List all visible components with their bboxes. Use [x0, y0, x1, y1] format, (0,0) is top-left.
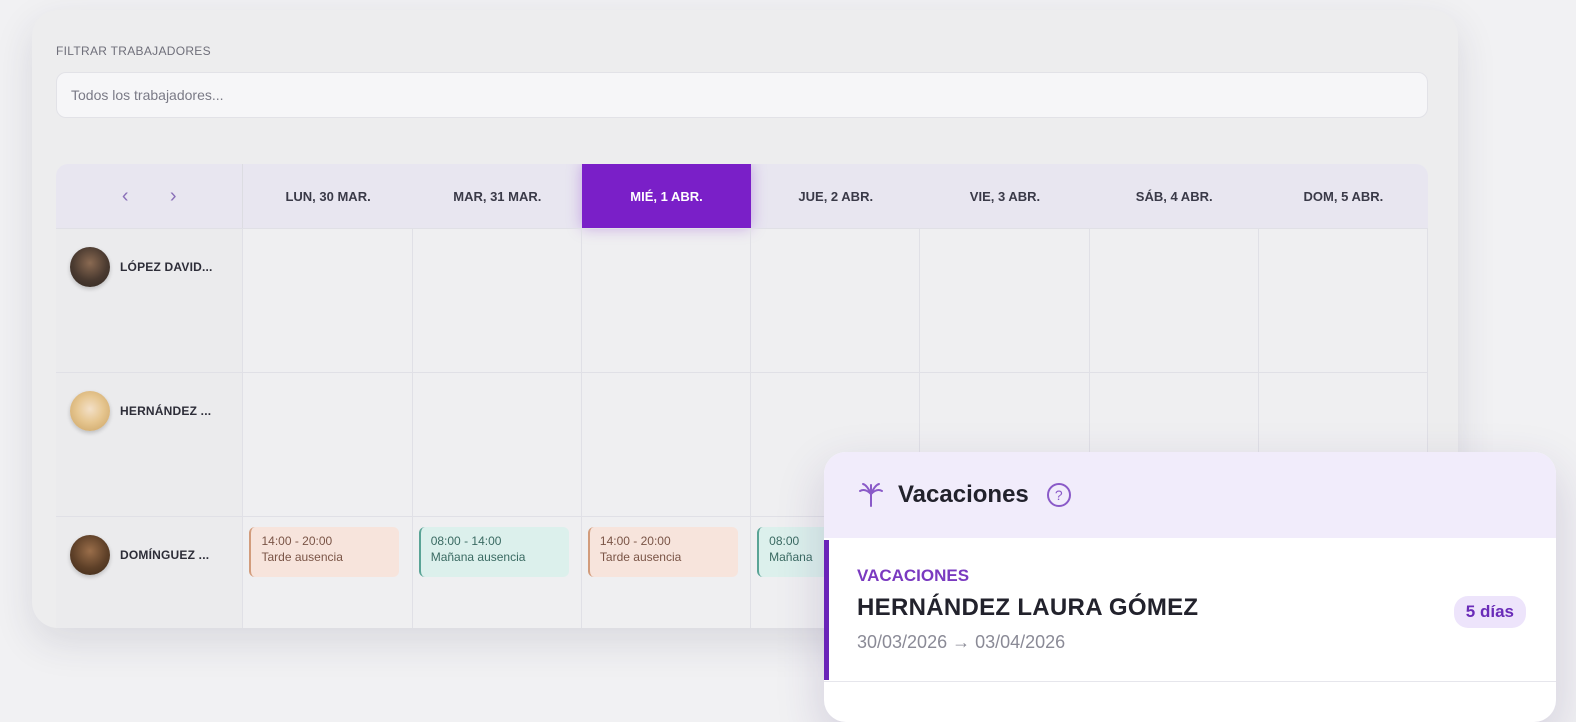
employee-cell: DOMÍNGUEZ ...	[56, 517, 244, 628]
days-count-badge: 5 días	[1453, 596, 1526, 628]
day-header-sun[interactable]: DOM, 5 ABR.	[1259, 164, 1428, 228]
day-header-tue[interactable]: MAR, 31 MAR.	[413, 164, 582, 228]
schedule-cell[interactable]	[920, 229, 1090, 373]
palm-tree-icon	[858, 482, 884, 508]
divider	[824, 681, 1556, 682]
schedule-cell[interactable]: 14:00 - 20:00 Tarde ausencia	[582, 517, 752, 628]
calendar-header: ‹ › LUN, 30 MAR. MAR, 31 MAR. MIÉ, 1 ABR…	[56, 164, 1428, 228]
question-circle-icon[interactable]: ?	[1046, 483, 1071, 507]
shift-time: 14:00 - 20:00	[261, 534, 333, 548]
shift-time: 08:00 - 14:00	[430, 534, 502, 548]
schedule-cell[interactable]	[413, 373, 582, 517]
avatar	[70, 391, 110, 431]
day-header-thu[interactable]: JUE, 2 ABR.	[751, 164, 920, 228]
shift-label: Tarde ausencia	[599, 550, 682, 564]
chevron-left-icon[interactable]: ‹	[115, 184, 135, 208]
schedule-cell[interactable]: 08:00 - 14:00 Mañana ausencia	[413, 517, 582, 628]
day-header-mon[interactable]: LUN, 30 MAR.	[243, 164, 412, 228]
employee-row: LÓPEZ DAVID...	[56, 228, 1428, 373]
schedule-cell[interactable]	[582, 373, 752, 517]
schedule-cell[interactable]	[243, 373, 413, 517]
avatar	[70, 535, 110, 575]
shift-block[interactable]: 14:00 - 20:00 Tarde ausencia	[249, 527, 400, 577]
week-navigation: ‹ ›	[56, 164, 244, 228]
shift-time: 14:00 - 20:00	[599, 534, 671, 548]
vacation-date-range: 30/03/2026 → 03/04/2026	[857, 632, 1066, 652]
day-header-sat[interactable]: SÁB, 4 ABR.	[1090, 164, 1259, 228]
employee-name: LÓPEZ DAVID...	[120, 260, 213, 274]
popover-title: Vacaciones	[898, 481, 1029, 508]
chevron-right-icon[interactable]: ›	[163, 184, 183, 208]
day-header-fri[interactable]: VIE, 3 ABR.	[920, 164, 1089, 228]
avatar	[70, 247, 110, 287]
schedule-cell[interactable]	[1259, 229, 1428, 373]
schedule-cell[interactable]	[1090, 229, 1259, 373]
vacation-entry[interactable]: VACACIONES HERNÁNDEZ LAURA GÓMEZ 30/03/2…	[824, 540, 1556, 680]
employee-name: DOMÍNGUEZ ...	[120, 548, 210, 562]
worker-filter-input[interactable]	[56, 72, 1428, 118]
schedule-cell[interactable]	[582, 229, 752, 373]
schedule-cell[interactable]	[243, 229, 413, 373]
popover-header: Vacaciones ?	[824, 452, 1556, 538]
filter-label: FILTRAR TRABAJADORES	[56, 44, 211, 58]
shift-label: Tarde ausencia	[261, 550, 343, 564]
schedule-cell[interactable]	[751, 229, 921, 373]
day-header-wed-today[interactable]: MIÉ, 1 ABR.	[581, 164, 752, 228]
vacation-popover: Vacaciones ? VACACIONES HERNÁNDEZ LAURA …	[824, 452, 1556, 722]
employee-cell: LÓPEZ DAVID...	[56, 229, 244, 373]
shift-block[interactable]: 14:00 - 20:00 Tarde ausencia	[587, 527, 738, 577]
schedule-cell[interactable]: 14:00 - 20:00 Tarde ausencia	[243, 517, 413, 628]
shift-label: Mañana ausencia	[430, 550, 526, 564]
employee-cell: HERNÁNDEZ ...	[56, 373, 244, 517]
employee-name: HERNÁNDEZ ...	[120, 404, 212, 418]
schedule-cell[interactable]	[413, 229, 582, 373]
shift-block[interactable]: 08:00 - 14:00 Mañana ausencia	[418, 527, 569, 577]
vacation-employee-name: HERNÁNDEZ LAURA GÓMEZ	[857, 594, 1199, 621]
vacation-type: VACACIONES	[857, 566, 970, 585]
